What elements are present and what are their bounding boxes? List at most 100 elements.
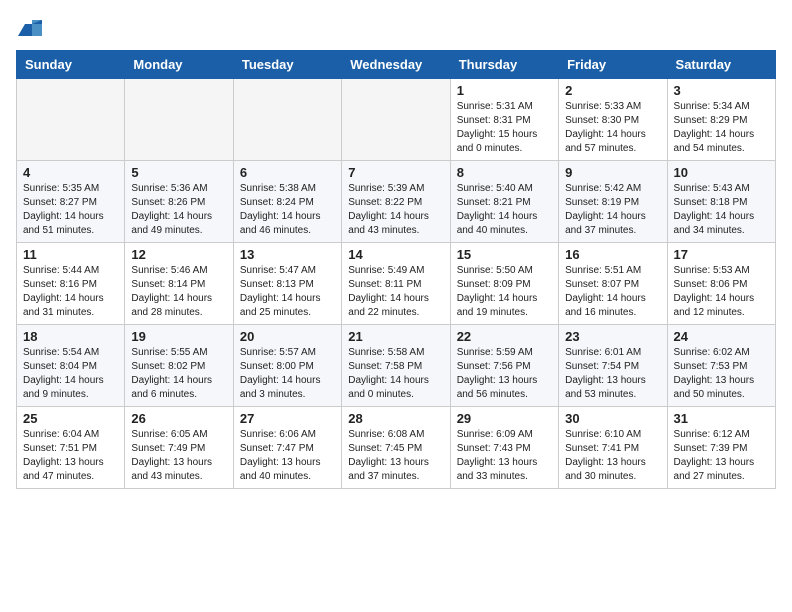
day-number: 13 [240, 247, 335, 262]
day-info: Sunrise: 5:51 AM Sunset: 8:07 PM Dayligh… [565, 264, 660, 320]
calendar-cell [17, 79, 125, 161]
day-number: 20 [240, 329, 335, 344]
day-info: Sunrise: 5:47 AM Sunset: 8:13 PM Dayligh… [240, 264, 335, 320]
day-number: 17 [674, 247, 769, 262]
weekday-header-wednesday: Wednesday [342, 51, 450, 79]
day-info: Sunrise: 6:09 AM Sunset: 7:43 PM Dayligh… [457, 428, 552, 484]
calendar-cell: 2 Sunrise: 5:33 AM Sunset: 8:30 PM Daylig… [559, 79, 667, 161]
day-info: Sunrise: 6:08 AM Sunset: 7:45 PM Dayligh… [348, 428, 443, 484]
calendar-cell: 4 Sunrise: 5:35 AM Sunset: 8:27 PM Daylig… [17, 161, 125, 243]
day-number: 16 [565, 247, 660, 262]
calendar-cell: 31 Sunrise: 6:12 AM Sunset: 7:39 PM Dayli… [667, 407, 775, 489]
calendar-cell: 24 Sunrise: 6:02 AM Sunset: 7:53 PM Dayli… [667, 325, 775, 407]
weekday-header-sunday: Sunday [17, 51, 125, 79]
calendar-cell: 30 Sunrise: 6:10 AM Sunset: 7:41 PM Dayli… [559, 407, 667, 489]
day-info: Sunrise: 6:04 AM Sunset: 7:51 PM Dayligh… [23, 428, 118, 484]
calendar-cell: 10 Sunrise: 5:43 AM Sunset: 8:18 PM Dayli… [667, 161, 775, 243]
day-info: Sunrise: 5:31 AM Sunset: 8:31 PM Dayligh… [457, 100, 552, 156]
calendar-cell: 13 Sunrise: 5:47 AM Sunset: 8:13 PM Dayli… [233, 243, 341, 325]
day-number: 18 [23, 329, 118, 344]
weekday-header-friday: Friday [559, 51, 667, 79]
day-info: Sunrise: 5:55 AM Sunset: 8:02 PM Dayligh… [131, 346, 226, 402]
day-info: Sunrise: 5:43 AM Sunset: 8:18 PM Dayligh… [674, 182, 769, 238]
calendar-table: SundayMondayTuesdayWednesdayThursdayFrid… [16, 50, 776, 489]
day-number: 26 [131, 411, 226, 426]
calendar-cell: 23 Sunrise: 6:01 AM Sunset: 7:54 PM Dayli… [559, 325, 667, 407]
weekday-header-monday: Monday [125, 51, 233, 79]
day-number: 12 [131, 247, 226, 262]
calendar-week-row: 18 Sunrise: 5:54 AM Sunset: 8:04 PM Dayli… [17, 325, 776, 407]
calendar-cell: 19Sunrise: 5:55 AM Sunset: 8:02 PM Dayli… [125, 325, 233, 407]
calendar-cell: 16 Sunrise: 5:51 AM Sunset: 8:07 PM Dayli… [559, 243, 667, 325]
day-number: 22 [457, 329, 552, 344]
calendar-cell: 20 Sunrise: 5:57 AM Sunset: 8:00 PM Dayli… [233, 325, 341, 407]
logo-icon [18, 16, 42, 40]
day-number: 7 [348, 165, 443, 180]
weekday-header-thursday: Thursday [450, 51, 558, 79]
day-number: 6 [240, 165, 335, 180]
day-number: 23 [565, 329, 660, 344]
calendar-cell: 14 Sunrise: 5:49 AM Sunset: 8:11 PM Dayli… [342, 243, 450, 325]
calendar-cell: 18 Sunrise: 5:54 AM Sunset: 8:04 PM Dayli… [17, 325, 125, 407]
calendar-cell: 5 Sunrise: 5:36 AM Sunset: 8:26 PM Daylig… [125, 161, 233, 243]
calendar-week-row: 11Sunrise: 5:44 AM Sunset: 8:16 PM Dayli… [17, 243, 776, 325]
day-info: Sunrise: 5:35 AM Sunset: 8:27 PM Dayligh… [23, 182, 118, 238]
day-info: Sunrise: 5:34 AM Sunset: 8:29 PM Dayligh… [674, 100, 769, 156]
day-info: Sunrise: 5:42 AM Sunset: 8:19 PM Dayligh… [565, 182, 660, 238]
calendar-cell: 8 Sunrise: 5:40 AM Sunset: 8:21 PM Daylig… [450, 161, 558, 243]
calendar-cell [342, 79, 450, 161]
calendar-week-row: 25 Sunrise: 6:04 AM Sunset: 7:51 PM Dayli… [17, 407, 776, 489]
day-info: Sunrise: 5:59 AM Sunset: 7:56 PM Dayligh… [457, 346, 552, 402]
day-number: 29 [457, 411, 552, 426]
day-number: 24 [674, 329, 769, 344]
day-info: Sunrise: 5:57 AM Sunset: 8:00 PM Dayligh… [240, 346, 335, 402]
calendar-cell: 7 Sunrise: 5:39 AM Sunset: 8:22 PM Daylig… [342, 161, 450, 243]
calendar-cell: 17 Sunrise: 5:53 AM Sunset: 8:06 PM Dayli… [667, 243, 775, 325]
day-number: 30 [565, 411, 660, 426]
calendar-cell: 29 Sunrise: 6:09 AM Sunset: 7:43 PM Dayli… [450, 407, 558, 489]
day-number: 14 [348, 247, 443, 262]
page-header [16, 16, 776, 40]
calendar-cell: 1 Sunrise: 5:31 AM Sunset: 8:31 PM Daylig… [450, 79, 558, 161]
day-info: Sunrise: 6:02 AM Sunset: 7:53 PM Dayligh… [674, 346, 769, 402]
day-number: 1 [457, 83, 552, 98]
calendar-cell: 6Sunrise: 5:38 AM Sunset: 8:24 PM Daylig… [233, 161, 341, 243]
day-number: 5 [131, 165, 226, 180]
day-info: Sunrise: 6:12 AM Sunset: 7:39 PM Dayligh… [674, 428, 769, 484]
logo [16, 16, 42, 40]
calendar-cell: 12 Sunrise: 5:46 AM Sunset: 8:14 PM Dayli… [125, 243, 233, 325]
day-info: Sunrise: 5:53 AM Sunset: 8:06 PM Dayligh… [674, 264, 769, 320]
day-number: 2 [565, 83, 660, 98]
day-number: 4 [23, 165, 118, 180]
day-info: Sunrise: 5:50 AM Sunset: 8:09 PM Dayligh… [457, 264, 552, 320]
day-info: Sunrise: 5:40 AM Sunset: 8:21 PM Dayligh… [457, 182, 552, 238]
day-info: Sunrise: 5:49 AM Sunset: 8:11 PM Dayligh… [348, 264, 443, 320]
day-info: Sunrise: 5:46 AM Sunset: 8:14 PM Dayligh… [131, 264, 226, 320]
day-number: 10 [674, 165, 769, 180]
weekday-header-saturday: Saturday [667, 51, 775, 79]
weekday-header-tuesday: Tuesday [233, 51, 341, 79]
day-number: 9 [565, 165, 660, 180]
day-info: Sunrise: 5:33 AM Sunset: 8:30 PM Dayligh… [565, 100, 660, 156]
calendar-cell: 3 Sunrise: 5:34 AM Sunset: 8:29 PM Daylig… [667, 79, 775, 161]
calendar-cell: 9 Sunrise: 5:42 AM Sunset: 8:19 PM Daylig… [559, 161, 667, 243]
day-info: Sunrise: 6:01 AM Sunset: 7:54 PM Dayligh… [565, 346, 660, 402]
day-number: 8 [457, 165, 552, 180]
calendar-cell [125, 79, 233, 161]
day-number: 31 [674, 411, 769, 426]
calendar-cell: 25 Sunrise: 6:04 AM Sunset: 7:51 PM Dayli… [17, 407, 125, 489]
day-info: Sunrise: 5:44 AM Sunset: 8:16 PM Dayligh… [23, 264, 118, 320]
day-info: Sunrise: 6:10 AM Sunset: 7:41 PM Dayligh… [565, 428, 660, 484]
day-number: 28 [348, 411, 443, 426]
calendar-week-row: 1 Sunrise: 5:31 AM Sunset: 8:31 PM Daylig… [17, 79, 776, 161]
day-number: 15 [457, 247, 552, 262]
day-info: Sunrise: 5:39 AM Sunset: 8:22 PM Dayligh… [348, 182, 443, 238]
calendar-cell: 21Sunrise: 5:58 AM Sunset: 7:58 PM Dayli… [342, 325, 450, 407]
day-info: Sunrise: 5:54 AM Sunset: 8:04 PM Dayligh… [23, 346, 118, 402]
day-number: 25 [23, 411, 118, 426]
day-info: Sunrise: 5:58 AM Sunset: 7:58 PM Dayligh… [348, 346, 443, 402]
day-info: Sunrise: 5:36 AM Sunset: 8:26 PM Dayligh… [131, 182, 226, 238]
calendar-cell: 28 Sunrise: 6:08 AM Sunset: 7:45 PM Dayli… [342, 407, 450, 489]
calendar-header-row: SundayMondayTuesdayWednesdayThursdayFrid… [17, 51, 776, 79]
day-number: 3 [674, 83, 769, 98]
